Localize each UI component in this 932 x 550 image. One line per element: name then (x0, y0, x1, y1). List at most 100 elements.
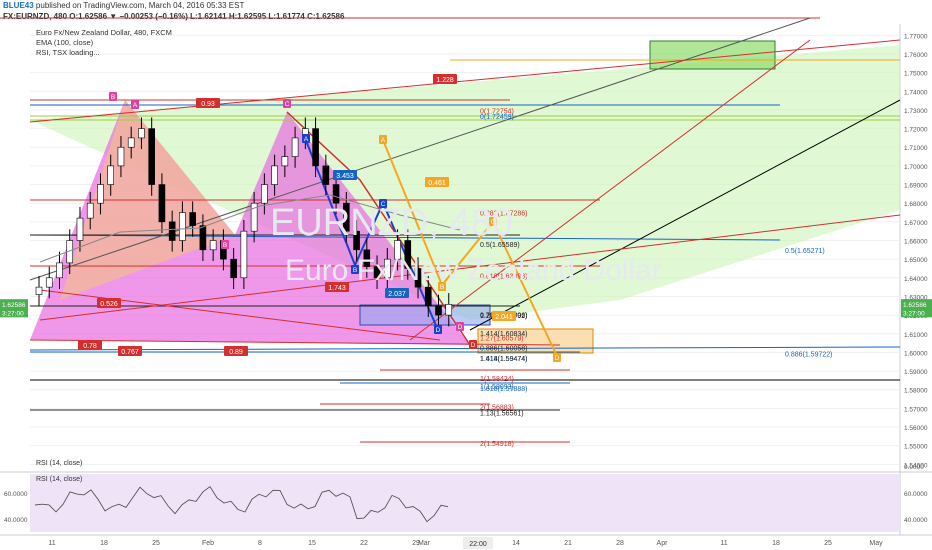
target-box (649, 40, 776, 70)
candle-body (281, 156, 289, 167)
price-tick-label: 1.60000 (904, 350, 928, 357)
rsi-top-tick: 0.0000 (904, 464, 924, 471)
fib-label: 0.886(1.59722) (785, 352, 832, 359)
price-tick-label: 1.75000 (904, 71, 928, 78)
candle-body (127, 137, 135, 148)
ratio-badge-text: 0.526 (100, 301, 118, 308)
ratio-badge-text: 0.89 (229, 349, 243, 356)
time-cursor-label: 22:00 (469, 541, 487, 548)
ratio-badge-text: 2.037 (388, 291, 406, 298)
time-tick-label: 21 (564, 540, 572, 547)
legend-title: Euro Fx/New Zealand Dollar, 480, FXCM (36, 28, 172, 37)
ratio-badge-text: 0.78 (83, 343, 97, 350)
time-tick-label: 14 (512, 540, 520, 547)
time-tick-label: 11 (720, 540, 727, 547)
price-tick-label: 1.66000 (904, 239, 928, 246)
fib-label: 2(1.54918) (480, 441, 514, 448)
candle-body (332, 184, 340, 204)
price-tick-label: 1.57000 (904, 406, 928, 413)
time-tick-label: 11 (48, 540, 55, 547)
candle-body (107, 165, 115, 185)
candle-body (117, 146, 125, 167)
rsi-tick: 60.0000 (904, 491, 928, 498)
time-tick-label: 25 (152, 540, 160, 547)
candle-body (189, 212, 196, 226)
candle-body (445, 303, 453, 316)
candle-body (240, 230, 248, 279)
chart-screenshot: BLUE43 published on TradingView.com, Mar… (0, 0, 932, 550)
candle-body (56, 262, 63, 279)
price-tick-label: 1.74000 (904, 89, 928, 96)
price-tick-label: 1.77000 (904, 33, 928, 40)
watermark-name: Euro Fx/New Zealand Dollar (285, 254, 662, 287)
candle-body (312, 128, 319, 167)
rsi-panel: 0.0000 60.0000 40.0000 60.0000 40.0000 (0, 464, 932, 532)
watermark-symbol: EURNZD, 480 (270, 202, 513, 244)
legend-ema: EMA (100, close) (36, 38, 94, 47)
price-tick-label: 1.71000 (904, 145, 928, 152)
rsi-legend-bottom: RSI (14, close) (36, 476, 83, 483)
candle-body (322, 165, 330, 185)
price-tick-label: 1.67000 (904, 220, 928, 227)
candle-body (158, 184, 166, 223)
fib-label: 1(1.58093) (480, 384, 514, 391)
price-tick-label: 1.56000 (904, 425, 928, 432)
price-tick-label: 1.61000 (904, 332, 928, 339)
fib-label: 1(1.58424) (480, 376, 514, 383)
candle-body (35, 286, 43, 295)
legend-rsi: RSI, TSX loading... (36, 48, 100, 57)
price-tick-label: 1.65000 (904, 257, 928, 264)
candle-body (424, 286, 432, 307)
price-tick-label: 1.58000 (904, 388, 928, 395)
price-tick-label: 1.69000 (904, 183, 928, 190)
pattern-point-label: B (223, 242, 227, 249)
candle-body (291, 137, 299, 157)
time-tick-label: Feb (202, 540, 214, 547)
price-tick-label: 1.73000 (904, 108, 928, 115)
fib-label: 1.414(1.59474) (480, 356, 527, 363)
candle-body (435, 305, 442, 316)
time-tick-label: 25 (824, 540, 832, 547)
time-tick-label: 22 (360, 540, 368, 547)
price-chart[interactable]: 0(1.72754)0(1.72459)0.382(1.67286)0.5(1.… (0, 0, 932, 550)
fib-label: 0(1.72459) (480, 114, 514, 121)
time-axis: 11 18 25 Feb 8 15 22 29Mar 14 21 28 Apr 11 18 25 May22:… (48, 537, 883, 549)
fib-label: 0.886(1.60058) (480, 345, 527, 352)
rsi-tick: 40.0000 (904, 517, 928, 524)
pattern-point-label: A (381, 137, 386, 144)
pattern-point-label: D (436, 327, 441, 334)
candle-body (199, 225, 207, 251)
drawing-line (29, 346, 901, 351)
pattern-point-label: A (133, 102, 138, 109)
candle-body (76, 217, 84, 241)
price-tick-label: 1.68000 (904, 201, 928, 208)
price-tick-label: 1.72000 (904, 127, 928, 134)
pattern-point-label: D (555, 355, 560, 362)
candle-body (209, 240, 217, 251)
candle-body (86, 202, 94, 219)
time-tick-label: Apr (657, 540, 669, 547)
pattern-point-label: D (458, 324, 463, 331)
rsi-tick-left: 60.0000 (4, 491, 28, 498)
fib-label: 0.5(1.65271) (785, 248, 825, 255)
rsi-legend-top: RSI (14, close) (36, 460, 83, 467)
ratio-badge-text: 0.461 (428, 180, 446, 187)
candle-body (230, 258, 237, 279)
price-tick-label: 1.64000 (904, 276, 928, 283)
ratio-badge-text: 3.453 (336, 173, 354, 180)
time-tick-label: 18 (100, 540, 108, 547)
rsi-tick-left: 40.0000 (4, 517, 28, 524)
candle-body (45, 277, 53, 288)
candle-body (271, 165, 278, 185)
time-tick-label: 28 (616, 540, 624, 547)
price-tick-label: 1.76000 (904, 52, 928, 59)
time-tick-label: May (869, 540, 883, 547)
ratio-badge-text: 0.93 (201, 101, 215, 108)
time-tick-label: Mar (418, 540, 431, 547)
candle-body (168, 221, 176, 241)
price-tick-label: 1.55000 (904, 444, 928, 451)
rsi-bg (30, 474, 900, 532)
fib-label: 1.13(1.56561) (480, 411, 524, 418)
ratio-badge-text: 0.767 (121, 349, 139, 356)
time-tick-label: 8 (258, 540, 262, 547)
